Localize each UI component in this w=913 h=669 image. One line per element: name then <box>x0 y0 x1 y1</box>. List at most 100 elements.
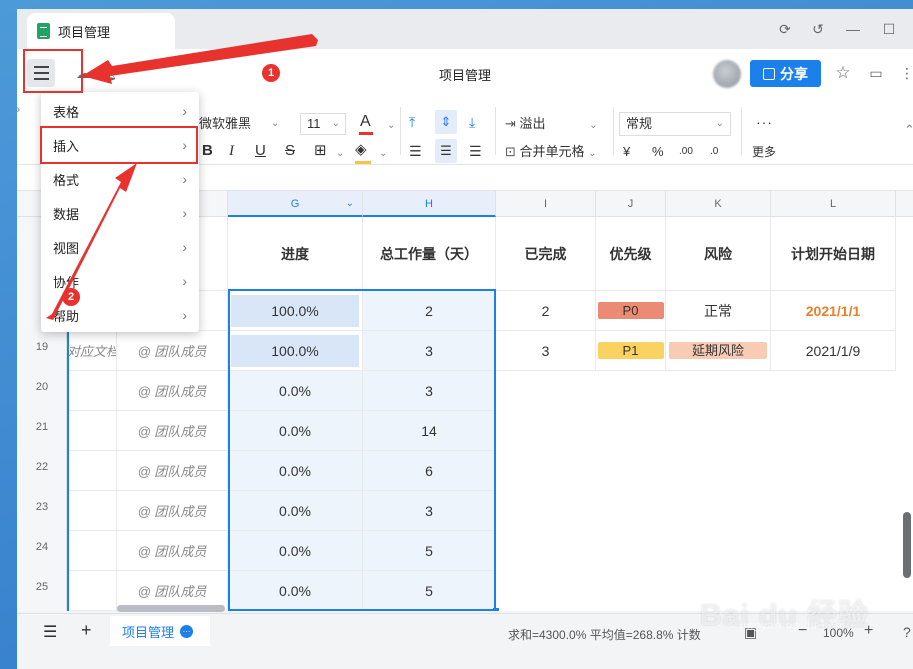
table-header-cell[interactable]: 计划开始日期 <box>771 217 896 291</box>
table-cell[interactable]: 0.0% <box>228 451 363 491</box>
table-cell[interactable] <box>67 531 117 571</box>
table-header-cell[interactable]: 优先级 <box>596 217 666 291</box>
table-cell[interactable]: @ 团队成员 <box>117 371 228 411</box>
align-top-icon[interactable]: ⤒ <box>409 113 415 131</box>
table-cell[interactable]: 2021/1/9 <box>771 331 896 371</box>
table-cell[interactable]: 对应文档 <box>67 331 117 371</box>
table-cell[interactable]: 5 <box>363 571 496 611</box>
column-header-j[interactable]: J <box>596 191 666 217</box>
strikethrough-button[interactable]: S <box>285 142 295 160</box>
align-right-icon[interactable]: ☰ <box>469 142 482 160</box>
align-middle-icon[interactable]: ⇕ <box>435 110 457 134</box>
number-format-select[interactable]: 常规 ⌄ <box>619 112 731 136</box>
table-cell[interactable]: 2 <box>496 291 596 331</box>
menu-item-table[interactable]: 表格 › <box>41 94 199 128</box>
maximize-icon[interactable]: ☐ <box>881 21 897 37</box>
help-icon[interactable]: ? <box>903 624 911 640</box>
row-number[interactable]: 25 <box>17 581 67 593</box>
sheet-tab[interactable]: 项目管理 ··· <box>110 616 210 646</box>
star-icon[interactable]: ☆ <box>835 64 851 81</box>
column-header-h[interactable]: H <box>363 191 496 217</box>
table-cell[interactable]: 2021/1/1 <box>771 291 896 331</box>
table-cell[interactable]: 100.0% <box>228 291 363 331</box>
table-cell[interactable]: 2 <box>363 291 496 331</box>
text-color-button[interactable]: A <box>359 113 373 135</box>
table-cell[interactable]: @ 团队成员 <box>117 451 228 491</box>
table-cell[interactable]: 3 <box>363 371 496 411</box>
table-header-cell[interactable]: 进度 <box>228 217 363 291</box>
table-cell[interactable]: @ 团队成员 <box>117 331 228 371</box>
table-cell[interactable] <box>67 491 117 531</box>
menu-item-format[interactable]: 格式 › <box>41 162 199 196</box>
row-number[interactable]: 19 <box>17 341 67 353</box>
table-cell[interactable]: 100.0% <box>228 331 363 371</box>
table-header-cell[interactable]: 总工作量（天） <box>363 217 496 291</box>
table-cell[interactable]: 0.0% <box>228 571 363 611</box>
more-vertical-icon[interactable]: ⋮ <box>899 65 913 81</box>
row-number[interactable]: 20 <box>17 381 67 393</box>
table-header-cell[interactable]: 风险 <box>666 217 771 291</box>
column-header-i[interactable]: I <box>496 191 596 217</box>
more-button[interactable]: 更多 <box>752 143 776 161</box>
font-size-select[interactable]: 11 ⌄ <box>300 113 346 135</box>
table-cell[interactable]: 3 <box>363 331 496 371</box>
table-cell[interactable]: 正常 <box>666 291 771 331</box>
table-cell[interactable]: 3 <box>363 491 496 531</box>
table-cell[interactable]: 0.0% <box>228 411 363 451</box>
table-header-cell[interactable]: 已完成 <box>496 217 596 291</box>
fill-color-icon[interactable]: ◈ <box>355 141 371 164</box>
present-icon[interactable]: ▭ <box>868 65 884 81</box>
history-icon[interactable]: ↺ <box>810 21 826 37</box>
percent-button[interactable]: % <box>652 143 664 161</box>
table-cell[interactable] <box>67 571 117 611</box>
avatar[interactable] <box>713 60 741 88</box>
table-cell[interactable]: P1 <box>596 331 666 371</box>
decimal-increase-button[interactable]: .00 <box>679 143 693 161</box>
table-cell[interactable] <box>67 411 117 451</box>
browser-tab[interactable]: 项目管理 <box>27 13 175 49</box>
minimize-icon[interactable]: — <box>845 21 861 37</box>
row-number[interactable]: 21 <box>17 421 67 433</box>
vertical-scrollbar[interactable] <box>903 512 911 578</box>
table-cell[interactable] <box>67 451 117 491</box>
italic-button[interactable]: I <box>229 142 234 160</box>
selection-fill-handle[interactable] <box>493 608 499 611</box>
share-button[interactable]: 分享 <box>750 60 821 87</box>
column-header-g[interactable]: G ⌄ <box>228 191 363 217</box>
row-number[interactable]: 22 <box>17 461 67 473</box>
table-cell[interactable]: @ 团队成员 <box>117 411 228 451</box>
align-left-icon[interactable]: ☰ <box>409 142 422 160</box>
add-sheet-icon[interactable]: + <box>81 620 92 641</box>
align-center-icon[interactable]: ☰ <box>435 139 457 163</box>
table-cell[interactable]: @ 团队成员 <box>117 531 228 571</box>
table-cell[interactable]: 5 <box>363 531 496 571</box>
menu-item-data[interactable]: 数据 › <box>41 196 199 230</box>
horizontal-scrollbar[interactable] <box>117 605 225 612</box>
table-cell[interactable]: 0.0% <box>228 371 363 411</box>
refresh-icon[interactable]: ⟳ <box>777 21 793 37</box>
bold-button[interactable]: B <box>202 142 213 160</box>
table-cell[interactable] <box>67 371 117 411</box>
menu-item-view[interactable]: 视图 › <box>41 230 199 264</box>
menu-item-insert[interactable]: 插入 › <box>41 128 199 162</box>
table-cell[interactable]: P0 <box>596 291 666 331</box>
more-icon[interactable]: ··· <box>756 113 773 131</box>
font-name-select[interactable]: 微软雅黑 ⌄ <box>199 115 281 133</box>
table-cell[interactable]: 14 <box>363 411 496 451</box>
decimal-decrease-icon[interactable]: .0 <box>710 143 718 161</box>
table-cell[interactable]: 3 <box>496 331 596 371</box>
merge-cells-button[interactable]: ⊡ 合并单元格 ⌄ <box>505 143 597 163</box>
table-cell[interactable]: 延期风险 <box>666 331 771 371</box>
overflow-select[interactable]: ⇥ 溢出 ⌄ <box>505 115 598 135</box>
table-cell[interactable]: 6 <box>363 451 496 491</box>
table-cell[interactable]: 0.0% <box>228 491 363 531</box>
currency-button[interactable]: ¥ <box>623 143 630 161</box>
border-icon[interactable]: ⊞ <box>314 142 327 160</box>
align-bottom-icon[interactable]: ⤓ <box>469 113 475 131</box>
column-header-l[interactable]: L <box>771 191 896 217</box>
sheet-list-icon[interactable]: ☰ <box>43 622 57 642</box>
table-cell[interactable]: 0.0% <box>228 531 363 571</box>
row-number[interactable]: 23 <box>17 501 67 513</box>
underline-button[interactable]: U <box>255 142 266 160</box>
toolbar-collapse-icon[interactable]: ⌃ <box>904 121 913 139</box>
